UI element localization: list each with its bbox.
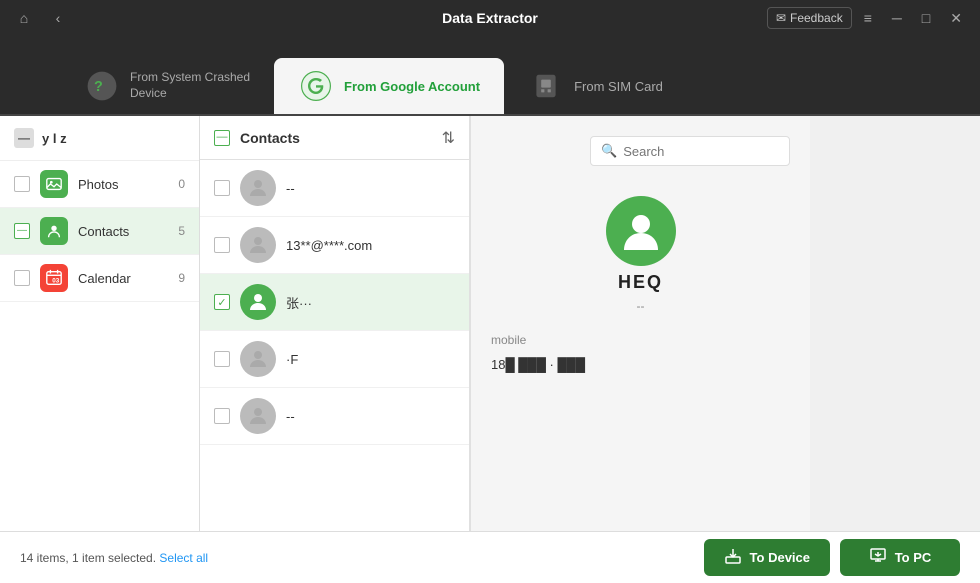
detail-phone: 18█ ███ · ███ [491, 357, 585, 372]
search-box[interactable]: 🔍 [590, 136, 790, 166]
to-device-icon [724, 547, 742, 568]
maximize-button[interactable]: □ [914, 7, 938, 29]
select-all-link[interactable]: Select all [159, 551, 208, 565]
tab-google[interactable]: From Google Account [274, 58, 504, 114]
tab-sim-label: From SIM Card [574, 79, 663, 94]
app-title: Data Extractor [442, 10, 538, 26]
photos-checkbox[interactable] [14, 176, 30, 192]
home-button[interactable]: ⌂ [10, 4, 38, 32]
mail-icon: ✉ [776, 11, 786, 25]
to-pc-icon [869, 547, 887, 568]
sim-icon [528, 68, 564, 104]
tab-sim[interactable]: From SIM Card [504, 58, 687, 114]
contact-checkbox-1[interactable] [214, 180, 230, 196]
contact-name-5: -- [286, 409, 455, 424]
contacts-label: Contacts [78, 224, 168, 239]
detail-phone-label: mobile [491, 333, 526, 347]
footer: 14 items, 1 item selected. Select all To… [0, 531, 980, 583]
search-icon: 🔍 [601, 143, 617, 159]
contact-checkbox-5[interactable] [214, 408, 230, 424]
contact-item[interactable]: ·F [200, 331, 469, 388]
contact-name-4: ·F [286, 352, 455, 367]
sort-icon[interactable]: ⇅ [442, 128, 455, 148]
back-button[interactable]: ‹ [44, 4, 72, 32]
contacts-header-checkbox[interactable]: — [214, 130, 230, 146]
titlebar-controls: ✉ Feedback ≡ ─ □ ✕ [767, 7, 970, 30]
sidebar-item-photos[interactable]: Photos 0 [0, 161, 199, 208]
feedback-button[interactable]: ✉ Feedback [767, 7, 852, 29]
crashed-icon: ? [84, 68, 120, 104]
footer-status: 14 items, 1 item selected. Select all [20, 551, 704, 565]
tab-google-label: From Google Account [344, 79, 480, 94]
contact-checkbox-3[interactable] [214, 294, 230, 310]
to-pc-button[interactable]: To PC [840, 539, 960, 576]
contacts-count: 5 [178, 224, 185, 238]
svg-text:03: 03 [52, 278, 60, 285]
sidebar-account: — y l z [0, 116, 199, 161]
contact-checkbox-4[interactable] [214, 351, 230, 367]
photos-icon [40, 170, 68, 198]
close-button[interactable]: ✕ [942, 7, 970, 30]
menu-button[interactable]: ≡ [856, 7, 880, 29]
contact-list: -- 13**@****.com 张··· [200, 160, 469, 531]
contact-avatar-3 [240, 284, 276, 320]
photos-count: 0 [178, 177, 185, 191]
tab-bar: ? From System CrashedDevice From Google … [0, 36, 980, 116]
contact-item[interactable]: -- [200, 388, 469, 445]
contacts-header: — Contacts ⇅ [200, 116, 469, 160]
photos-label: Photos [78, 177, 168, 192]
sidebar: — y l z Photos 0 [0, 116, 200, 531]
detail-contact-subname: -- [637, 299, 645, 313]
svg-text:?: ? [94, 79, 103, 95]
titlebar-nav: ⌂ ‹ [10, 4, 72, 32]
contact-item[interactable]: 13**@****.com [200, 217, 469, 274]
detail-panel: 🔍 HEQ -- mobile 18█ ███ · ███ [470, 116, 810, 531]
detail-contact-name: HEQ [618, 272, 663, 293]
status-text: 14 items, 1 item selected. [20, 551, 156, 565]
account-icon: — [14, 128, 34, 148]
calendar-checkbox[interactable] [14, 270, 30, 286]
calendar-label: Calendar [78, 271, 168, 286]
contact-checkbox-2[interactable] [214, 237, 230, 253]
contact-avatar-4 [240, 341, 276, 377]
contact-item[interactable]: -- [200, 160, 469, 217]
account-name: y l z [42, 131, 67, 146]
search-input[interactable] [623, 144, 799, 159]
tab-crashed[interactable]: ? From System CrashedDevice [60, 58, 274, 114]
contact-item[interactable]: 张··· [200, 274, 469, 331]
contact-name-1: -- [286, 181, 455, 196]
contact-avatar-1 [240, 170, 276, 206]
tab-crashed-label: From System CrashedDevice [130, 70, 250, 101]
calendar-count: 9 [178, 271, 185, 285]
to-device-button[interactable]: To Device [704, 539, 830, 576]
contact-name-2: 13**@****.com [286, 238, 455, 253]
footer-buttons: To Device To PC [704, 539, 960, 576]
minimize-button[interactable]: ─ [884, 7, 910, 29]
contacts-header-title: Contacts [240, 130, 432, 146]
sidebar-item-contacts[interactable]: Contacts 5 [0, 208, 199, 255]
detail-avatar [606, 196, 676, 266]
contact-avatar-2 [240, 227, 276, 263]
calendar-icon: 03 [40, 264, 68, 292]
detail-contact-info: HEQ -- [491, 176, 790, 323]
sidebar-item-calendar[interactable]: 03 Calendar 9 [0, 255, 199, 302]
contact-name-3: 张··· [286, 293, 455, 312]
main-content: — y l z Photos 0 [0, 116, 980, 531]
contact-avatar-5 [240, 398, 276, 434]
contacts-panel: — Contacts ⇅ -- 13**@****.com [200, 116, 470, 531]
titlebar: ⌂ ‹ Data Extractor ✉ Feedback ≡ ─ □ ✕ [0, 0, 980, 36]
contacts-checkbox[interactable] [14, 223, 30, 239]
google-icon [298, 68, 334, 104]
contacts-icon [40, 217, 68, 245]
